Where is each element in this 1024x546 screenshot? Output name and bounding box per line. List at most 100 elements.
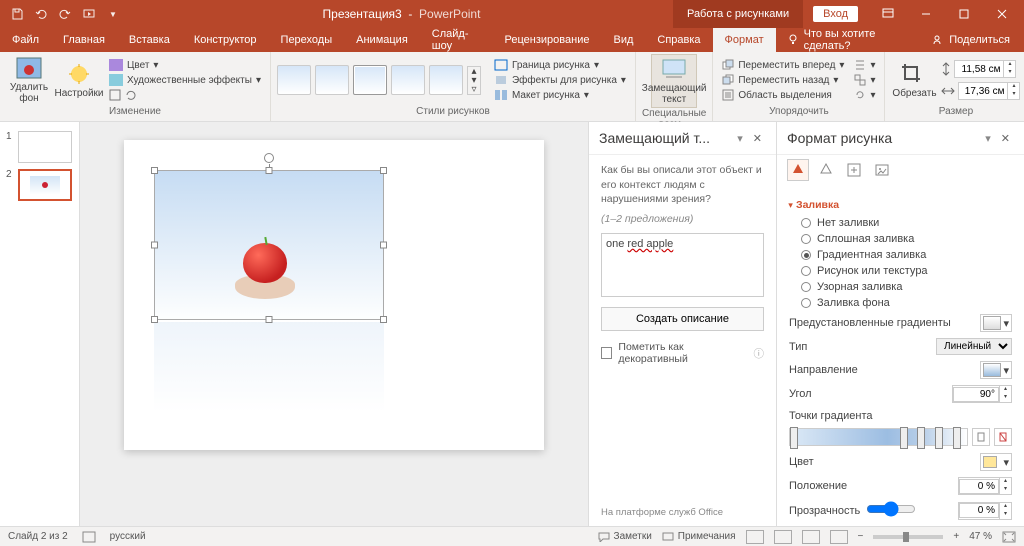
- fill-section-header[interactable]: Заливка: [789, 193, 1012, 215]
- mark-decorative-checkbox[interactable]: Пометить как декоративный ⓘ: [601, 341, 764, 365]
- thumbnail-1[interactable]: 1: [0, 128, 79, 166]
- fill-pattern-radio[interactable]: Узорная заливка: [801, 279, 1012, 295]
- resize-handle[interactable]: [266, 167, 273, 174]
- compress-reset-row[interactable]: [106, 88, 264, 102]
- tab-slideshow[interactable]: Слайд-шоу: [420, 28, 493, 52]
- spell-check-icon[interactable]: [82, 531, 96, 543]
- transparency-slider[interactable]: [866, 501, 916, 517]
- resize-handle[interactable]: [380, 242, 387, 249]
- stop-color-dropdown[interactable]: ▾: [980, 453, 1012, 471]
- resize-handle[interactable]: [266, 316, 273, 323]
- angle-input[interactable]: ▴▾: [952, 385, 1012, 403]
- rotate-button[interactable]: ▾: [851, 88, 878, 102]
- tab-file[interactable]: Файл: [0, 28, 51, 52]
- fill-line-tab[interactable]: [787, 159, 809, 181]
- group-button[interactable]: ▾: [851, 73, 878, 87]
- tab-format[interactable]: Формат: [713, 28, 776, 52]
- minimize-icon[interactable]: [908, 0, 944, 28]
- artistic-effects-button[interactable]: Художественные эффекты ▾: [106, 73, 264, 87]
- crop-button[interactable]: Обрезать: [891, 60, 937, 101]
- maximize-icon[interactable]: [946, 0, 982, 28]
- gradient-stop[interactable]: [900, 427, 908, 449]
- height-input[interactable]: ▴▾: [954, 60, 1016, 78]
- save-icon[interactable]: [8, 5, 26, 23]
- size-tab[interactable]: [843, 159, 865, 181]
- slideshow-view-button[interactable]: [830, 530, 848, 544]
- resize-handle[interactable]: [151, 242, 158, 249]
- align-button[interactable]: ▾: [851, 58, 878, 72]
- language-indicator[interactable]: русский: [110, 531, 146, 542]
- style-thumb[interactable]: [353, 65, 387, 95]
- resize-handle[interactable]: [151, 167, 158, 174]
- tab-insert[interactable]: Вставка: [117, 28, 182, 52]
- gradient-direction-dropdown[interactable]: ▾: [980, 361, 1012, 379]
- ribbon-options-icon[interactable]: [870, 0, 906, 28]
- pane-menu-icon[interactable]: ▾: [985, 132, 991, 145]
- fit-to-window-button[interactable]: [1002, 531, 1016, 543]
- tab-view[interactable]: Вид: [601, 28, 645, 52]
- tell-me-search[interactable]: Что вы хотите сделать?: [776, 28, 918, 52]
- add-gradient-stop[interactable]: [972, 428, 990, 446]
- slide-canvas[interactable]: [80, 122, 588, 526]
- start-slideshow-icon[interactable]: [80, 5, 98, 23]
- picture-effects-button[interactable]: Эффекты для рисунка ▾: [491, 73, 629, 87]
- style-thumb[interactable]: [429, 65, 463, 95]
- pane-menu-icon[interactable]: ▾: [737, 132, 743, 145]
- tab-review[interactable]: Рецензирование: [493, 28, 602, 52]
- notes-button[interactable]: Заметки: [598, 531, 652, 542]
- tab-transitions[interactable]: Переходы: [269, 28, 345, 52]
- zoom-slider[interactable]: [873, 535, 943, 539]
- style-thumb[interactable]: [315, 65, 349, 95]
- tab-home[interactable]: Главная: [51, 28, 117, 52]
- width-input[interactable]: ▴▾: [958, 82, 1020, 100]
- gradient-stop[interactable]: [917, 427, 925, 449]
- remove-background-button[interactable]: Удалить фон: [6, 54, 52, 106]
- fill-solid-radio[interactable]: Сплошная заливка: [801, 231, 1012, 247]
- picture-styles-gallery[interactable]: ▴▾▿: [277, 65, 481, 95]
- slide[interactable]: [124, 140, 544, 450]
- generate-description-button[interactable]: Создать описание: [601, 307, 764, 331]
- position-input[interactable]: ▴▾: [958, 477, 1012, 495]
- rotation-handle[interactable]: [264, 153, 274, 163]
- corrections-button[interactable]: Настройки: [56, 60, 102, 101]
- reading-view-button[interactable]: [802, 530, 820, 544]
- gallery-scroll[interactable]: ▴▾▿: [467, 66, 481, 95]
- selection-pane-button[interactable]: Область выделения: [719, 88, 847, 102]
- selected-picture[interactable]: [154, 170, 384, 320]
- gradient-stops-slider[interactable]: [789, 428, 968, 446]
- close-icon[interactable]: [984, 0, 1020, 28]
- bring-forward-button[interactable]: Переместить вперед ▾: [719, 58, 847, 72]
- fill-gradient-radio[interactable]: Градиентная заливка: [801, 247, 1012, 263]
- gradient-stop[interactable]: [935, 427, 943, 449]
- comments-button[interactable]: Примечания: [662, 531, 736, 542]
- close-format-pane[interactable]: ✕: [997, 132, 1014, 145]
- resize-handle[interactable]: [380, 167, 387, 174]
- picture-tab[interactable]: [871, 159, 893, 181]
- redo-icon[interactable]: [56, 5, 74, 23]
- zoom-in-button[interactable]: +: [953, 531, 959, 542]
- resize-handle[interactable]: [151, 316, 158, 323]
- tab-animations[interactable]: Анимация: [344, 28, 420, 52]
- zoom-level[interactable]: 47 %: [969, 531, 992, 542]
- undo-icon[interactable]: [32, 5, 50, 23]
- picture-layout-button[interactable]: Макет рисунка ▾: [491, 88, 629, 102]
- fill-background-radio[interactable]: Заливка фона: [801, 295, 1012, 311]
- alt-text-input[interactable]: one red apple: [601, 233, 764, 297]
- thumbnail-2[interactable]: 2: [0, 166, 79, 204]
- style-thumb[interactable]: [391, 65, 425, 95]
- close-alt-pane[interactable]: ✕: [749, 132, 766, 145]
- gradient-stop[interactable]: [953, 427, 961, 449]
- effects-tab[interactable]: [815, 159, 837, 181]
- login-button[interactable]: Вход: [813, 6, 858, 22]
- preset-gradients-dropdown[interactable]: ▾: [980, 314, 1012, 332]
- resize-handle[interactable]: [380, 316, 387, 323]
- sorter-view-button[interactable]: [774, 530, 792, 544]
- send-backward-button[interactable]: Переместить назад ▾: [719, 73, 847, 87]
- style-thumb[interactable]: [277, 65, 311, 95]
- gradient-stop[interactable]: [790, 427, 798, 449]
- tab-design[interactable]: Конструктор: [182, 28, 269, 52]
- info-icon[interactable]: ⓘ: [754, 346, 765, 361]
- alt-text-button[interactable]: Замещающий текст: [651, 54, 697, 108]
- qat-customize-icon[interactable]: ▼: [104, 5, 122, 23]
- picture-border-button[interactable]: Граница рисунка ▾: [491, 58, 629, 72]
